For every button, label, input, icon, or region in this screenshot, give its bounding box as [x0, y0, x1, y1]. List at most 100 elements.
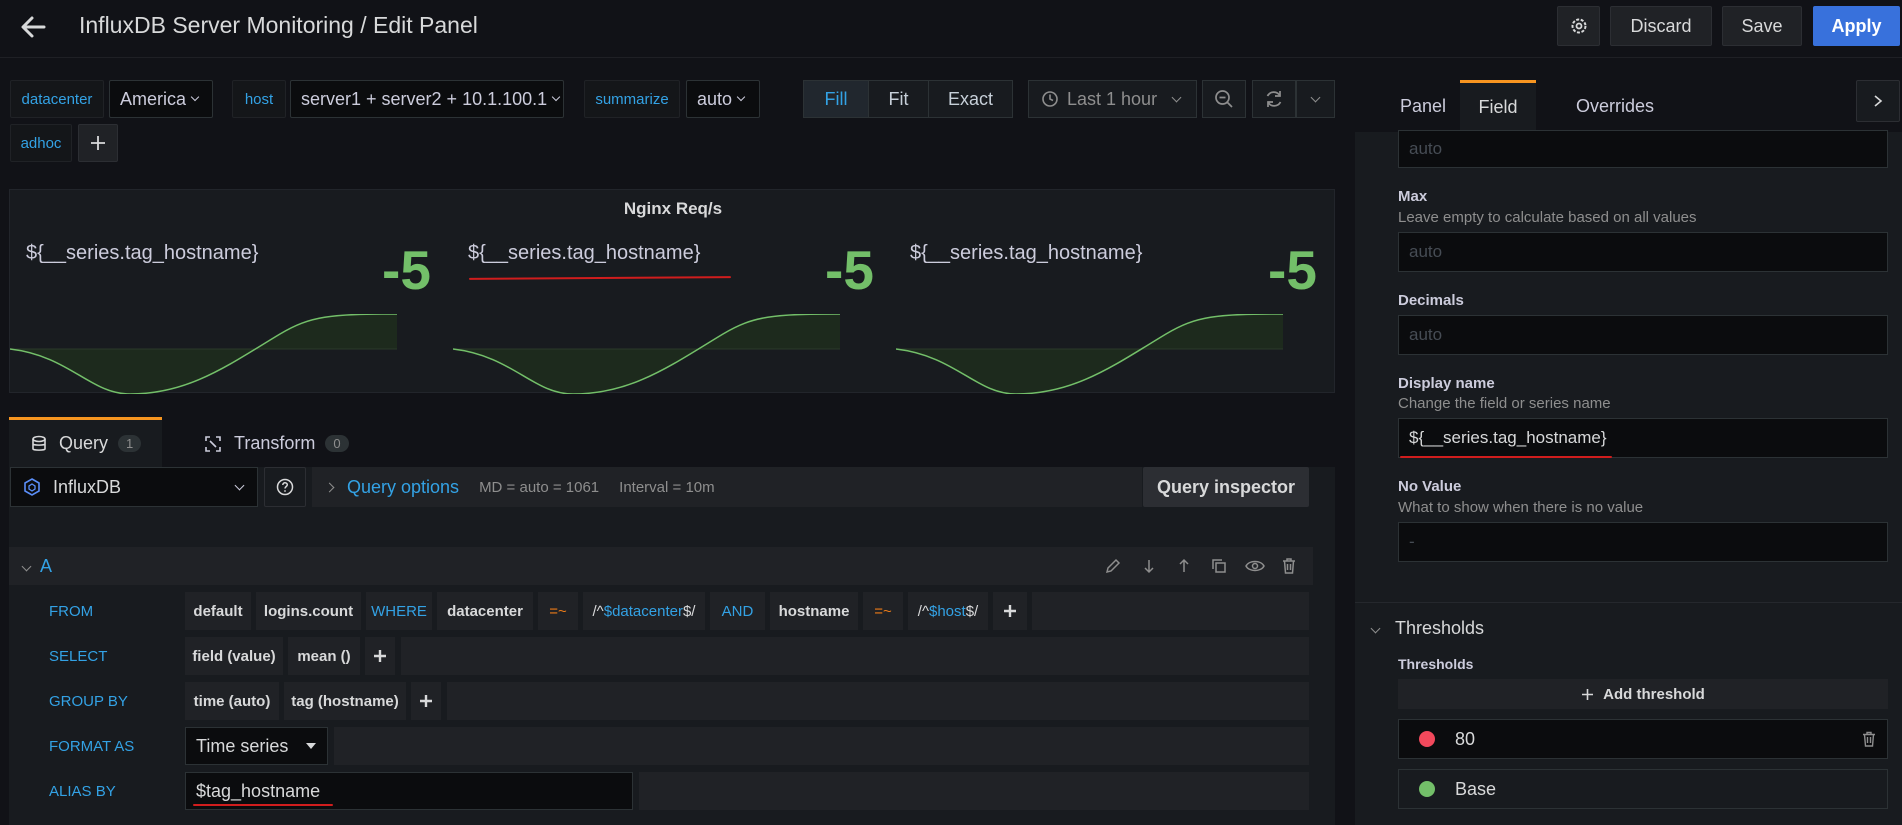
where-value-2[interactable]: /^ $host $/ — [908, 592, 988, 630]
tab-transform-label: Transform — [234, 433, 316, 453]
where-key-2[interactable]: hostname — [770, 592, 858, 630]
query-options-interval: Interval = 10m — [619, 478, 715, 496]
apply-button[interactable]: Apply — [1813, 6, 1900, 46]
query-ref-id: A — [40, 555, 53, 576]
display-name-description: Change the field or series name — [1398, 395, 1611, 412]
duplicate-icon[interactable] — [1210, 557, 1228, 580]
max-title: Max — [1398, 188, 1428, 205]
summarize-value: auto — [697, 88, 733, 109]
max-description: Leave empty to calculate based on all va… — [1398, 209, 1697, 226]
tab-transform[interactable]: Transform 0 — [186, 420, 366, 467]
where-operator-1[interactable]: =~ — [538, 592, 578, 630]
time-range-picker[interactable]: Last 1 hour — [1028, 80, 1197, 118]
save-button[interactable]: Save — [1722, 6, 1802, 46]
and-label: AND — [710, 592, 765, 630]
add-groupby-button[interactable] — [411, 682, 441, 720]
summarize-select[interactable]: auto — [686, 80, 760, 118]
variable-label-adhoc: adhoc — [10, 124, 72, 162]
add-threshold-button[interactable]: Add threshold — [1398, 679, 1888, 709]
where-value-1[interactable]: /^ $datacenter $/ — [583, 592, 705, 630]
where-key-1[interactable]: datacenter — [437, 592, 533, 630]
refresh-button[interactable] — [1252, 80, 1296, 118]
thresholds-label: Thresholds — [1398, 656, 1474, 672]
threshold-row-80[interactable]: 80 — [1398, 719, 1888, 759]
host-select[interactable]: server1 + server2 + 10.1.100.1 — [290, 80, 564, 118]
no-value-input[interactable]: - — [1398, 522, 1888, 562]
from-measurement[interactable]: logins.count — [256, 592, 361, 630]
add-threshold-label: Add threshold — [1603, 685, 1705, 703]
annotation-underline-alias — [193, 804, 333, 806]
stat-name-1: ${__series.tag_hostname} — [26, 242, 259, 264]
edit-icon[interactable] — [1104, 557, 1122, 580]
top-bar: InfluxDB Server Monitoring / Edit Panel … — [0, 0, 1902, 58]
view-mode-exact[interactable]: Exact — [928, 80, 1013, 118]
view-mode-fit[interactable]: Fit — [868, 80, 929, 118]
discard-button[interactable]: Discard — [1610, 6, 1712, 46]
chevron-down-icon — [551, 92, 561, 102]
chevron-down-icon — [736, 92, 746, 102]
alias-row-filler — [639, 772, 1309, 810]
thresholds-divider — [1355, 602, 1902, 603]
gear-icon — [1571, 18, 1586, 34]
zoom-out-button[interactable] — [1202, 80, 1246, 118]
tab-overrides-label: Overrides — [1575, 95, 1655, 116]
select-function[interactable]: mean () — [288, 637, 360, 675]
no-value-description: What to show when there is no value — [1398, 499, 1644, 516]
variable-label-summarize: summarize — [584, 80, 680, 118]
threshold-color-dot-red[interactable] — [1419, 731, 1435, 747]
datacenter-select[interactable]: America — [109, 80, 213, 118]
back-arrow-icon[interactable] — [18, 12, 48, 42]
datasource-help-button[interactable] — [264, 467, 306, 507]
query-options-label: Query options — [347, 476, 460, 497]
query-options-bar[interactable]: Query options MD = auto = 1061 Interval … — [312, 467, 1142, 507]
add-where-button[interactable] — [993, 592, 1027, 630]
caret-down-icon — [306, 743, 316, 749]
where-value-1-prefix: /^ — [592, 602, 604, 620]
add-adhoc-filter-button[interactable] — [78, 124, 118, 162]
select-field[interactable]: field (value) — [185, 637, 283, 675]
decimals-title: Decimals — [1398, 292, 1464, 309]
time-range-label: Last 1 hour — [1067, 88, 1158, 109]
settings-button[interactable] — [1557, 6, 1600, 46]
display-name-input[interactable]: ${__series.tag_hostname} — [1398, 418, 1888, 458]
tab-overrides[interactable]: Overrides — [1560, 80, 1670, 132]
query-inspector-button[interactable]: Query inspector — [1143, 467, 1309, 507]
chevron-down-icon — [1171, 92, 1182, 102]
view-mode-exact-label: Exact — [947, 88, 994, 109]
query-options-md: MD = auto = 1061 — [479, 478, 600, 496]
datasource-picker[interactable]: InfluxDB — [10, 467, 258, 507]
tab-field[interactable]: Field — [1460, 80, 1536, 132]
from-row-filler — [1032, 592, 1309, 630]
view-mode-fill[interactable]: Fill — [803, 80, 869, 118]
max-input[interactable]: auto — [1398, 232, 1888, 272]
sparkline-3 — [896, 314, 1283, 394]
eye-icon[interactable] — [1245, 557, 1265, 580]
min-input[interactable]: auto — [1398, 130, 1888, 168]
threshold-row-base[interactable]: Base — [1398, 769, 1888, 809]
add-select-button[interactable] — [365, 637, 395, 675]
where-value-2-prefix: /^ — [917, 602, 929, 620]
collapse-options-button[interactable] — [1856, 80, 1900, 122]
refresh-interval-dropdown[interactable] — [1296, 80, 1335, 118]
threshold-color-dot-green[interactable] — [1419, 781, 1435, 797]
format-row-filler — [334, 727, 1309, 765]
move-up-icon[interactable] — [1175, 557, 1193, 580]
plus-icon — [1004, 605, 1016, 617]
from-label: FROM — [39, 592, 179, 630]
move-down-icon[interactable] — [1140, 557, 1158, 580]
groupby-tag[interactable]: tag (hostname) — [284, 682, 406, 720]
chevron-right-icon — [324, 482, 335, 492]
decimals-input[interactable]: auto — [1398, 315, 1888, 355]
trash-icon[interactable] — [1280, 557, 1298, 580]
thresholds-section-title: Thresholds — [1395, 618, 1485, 638]
trash-icon[interactable] — [1861, 731, 1877, 747]
from-db[interactable]: default — [185, 592, 251, 630]
sparkline-1 — [10, 314, 397, 394]
where-operator-2[interactable]: =~ — [863, 592, 903, 630]
view-mode-fit-label: Fit — [888, 88, 909, 109]
alias-value: $tag_hostname — [196, 780, 321, 801]
tab-query[interactable]: Query 1 — [9, 417, 162, 467]
thresholds-section-header[interactable]: Thresholds — [1370, 618, 1484, 639]
groupby-time[interactable]: time (auto) — [185, 682, 279, 720]
format-select[interactable]: Time series — [185, 727, 328, 765]
